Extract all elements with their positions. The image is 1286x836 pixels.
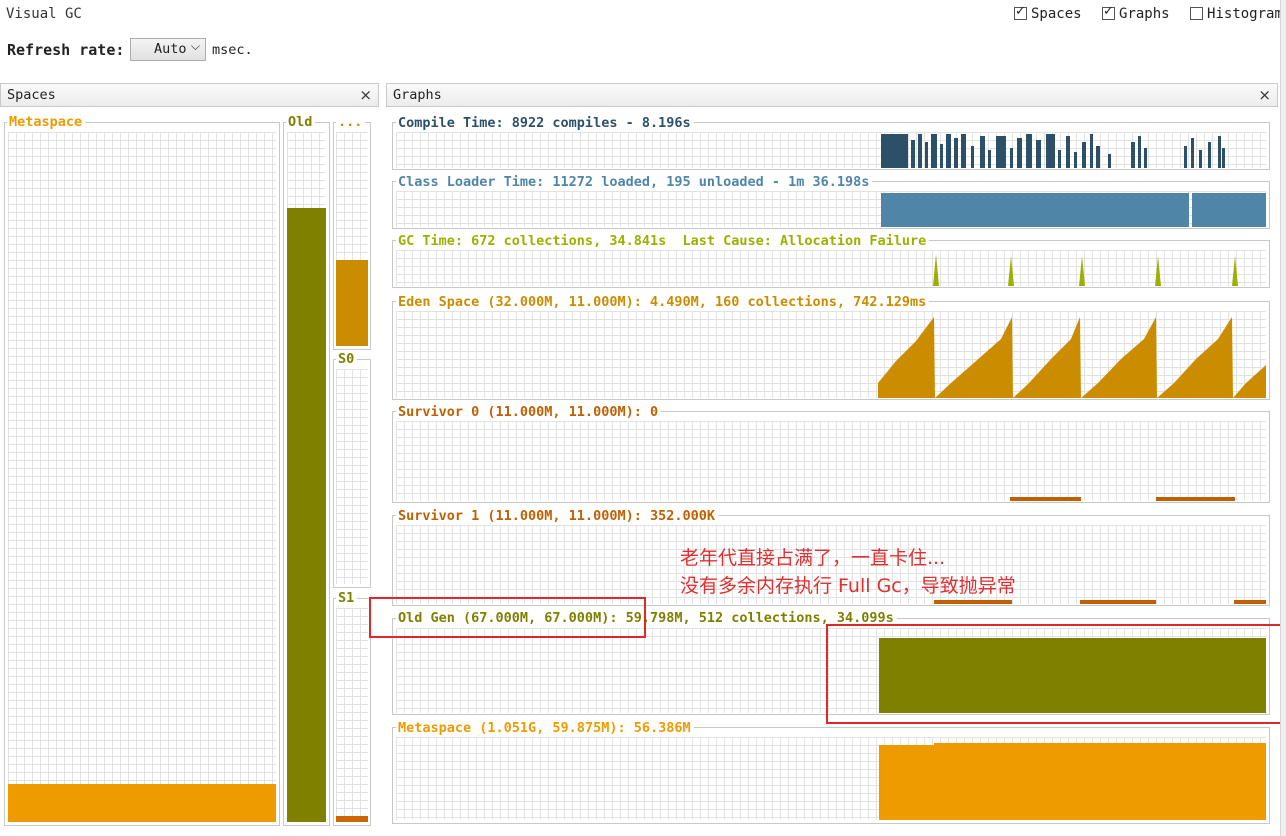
eden-space-series <box>396 311 1266 398</box>
class-loader-series <box>396 191 1266 227</box>
old-gen-label-highlight <box>369 597 646 638</box>
window-title: Visual GC <box>6 6 82 22</box>
old-gen-plot-highlight <box>826 624 1284 724</box>
class-loader-plot <box>396 191 1266 227</box>
metaspace-series <box>396 737 1266 820</box>
survivor0-label: Survivor 0 (11.000M, 11.000M): 0 <box>396 404 661 420</box>
eden-space-label: Eden Space (32.000M, 11.000M): 4.490M, 1… <box>396 294 929 310</box>
graphs-panel-header[interactable]: Graphs × <box>386 83 1278 107</box>
gc-time-label: GC Time: 672 collections, 34.841s Last C… <box>396 233 929 249</box>
annotation-line-2: 没有多余内存执行 Full Gc，导致抛异常 <box>680 572 1016 600</box>
compile-time-series <box>396 132 1266 168</box>
histogram-toggle-label: Histogram <box>1207 6 1283 22</box>
chevron-down-icon: ⌵ <box>191 39 200 54</box>
refresh-rate-select[interactable]: Auto ⌵ <box>130 38 206 61</box>
close-icon[interactable]: × <box>1258 84 1271 106</box>
eden-column-grid <box>336 132 368 346</box>
eden-column-label: ... <box>336 114 365 130</box>
spaces-toggle[interactable]: ✓ Spaces <box>1014 6 1090 22</box>
eden-column-fill <box>336 260 368 346</box>
s1-column-label: S1 <box>336 590 357 606</box>
close-icon[interactable]: × <box>359 84 372 106</box>
spaces-panel-header[interactable]: Spaces × <box>0 83 379 107</box>
s1-column-grid <box>336 608 368 822</box>
vertical-scrollbar[interactable] <box>1280 0 1286 836</box>
old-column-grid <box>287 132 326 822</box>
survivor0-plot <box>396 421 1266 501</box>
view-toggles: ✓ Spaces ✓ Graphs Histogram <box>1014 6 1283 22</box>
spaces-checkbox-icon[interactable]: ✓ <box>1014 7 1027 20</box>
histogram-toggle[interactable]: Histogram <box>1190 6 1283 22</box>
s0-column-grid <box>336 369 368 584</box>
s1-column-fill <box>336 816 368 822</box>
spaces-toggle-label: Spaces <box>1031 6 1082 22</box>
graphs-toggle-label: Graphs <box>1119 6 1170 22</box>
old-column-label: Old <box>286 114 315 130</box>
graphs-toggle[interactable]: ✓ Graphs <box>1102 6 1178 22</box>
metaspace-plot <box>396 737 1266 820</box>
survivor1-label: Survivor 1 (11.000M, 11.000M): 352.000K <box>396 508 718 524</box>
eden-space-plot <box>396 311 1266 398</box>
metaspace-label: Metaspace (1.051G, 59.875M): 56.386M <box>396 720 694 736</box>
spaces-panel-title: Spaces <box>7 87 56 103</box>
graphs-panel-title: Graphs <box>393 87 442 103</box>
gc-time-plot <box>396 250 1266 286</box>
s0-column-label: S0 <box>336 351 357 367</box>
compile-time-plot <box>396 132 1266 168</box>
compile-time-label: Compile Time: 8922 compiles - 8.196s <box>396 115 694 131</box>
metaspace-column-grid <box>8 132 276 822</box>
refresh-rate-label: Refresh rate: <box>7 41 124 59</box>
class-loader-label: Class Loader Time: 11272 loaded, 195 unl… <box>396 174 872 190</box>
old-column-fill <box>287 208 326 822</box>
refresh-rate-unit: msec. <box>212 42 253 58</box>
histogram-checkbox-icon[interactable] <box>1190 7 1203 20</box>
refresh-rate-value: Auto <box>154 41 187 57</box>
graphs-checkbox-icon[interactable]: ✓ <box>1102 7 1115 20</box>
metaspace-column-label: Metaspace <box>7 114 85 130</box>
gc-time-series <box>396 250 1266 286</box>
survivor0-series <box>396 421 1266 501</box>
annotation-line-1: 老年代直接占满了，一直卡住... <box>680 544 945 572</box>
metaspace-column-fill <box>8 784 276 822</box>
